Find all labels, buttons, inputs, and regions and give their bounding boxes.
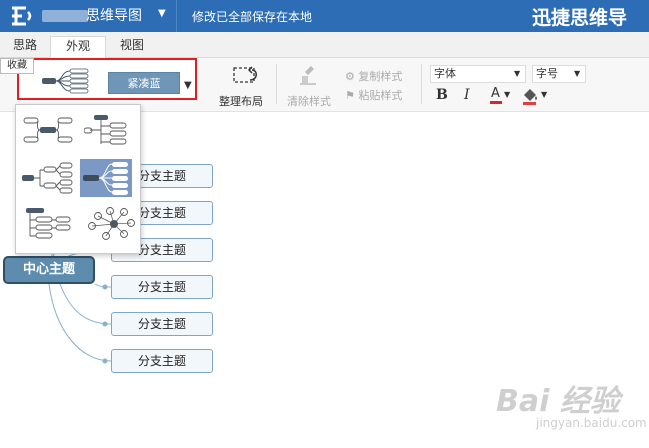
structure-1-icon[interactable] [22,112,74,148]
structure-4-icon[interactable] [80,159,132,197]
branch-topic[interactable]: 分支主题 [111,349,213,373]
structure-3-icon[interactable] [22,160,74,196]
watermark-logo: Bai 经验 [496,384,620,419]
branch-topic[interactable]: 分支主题 [111,312,213,336]
structure-2-icon[interactable] [83,112,136,148]
center-topic[interactable]: 中心主题 [3,256,95,284]
branch-topic[interactable]: 分支主题 [111,275,213,299]
structure-5-icon[interactable] [22,206,74,242]
structure-6-icon[interactable] [84,206,136,242]
watermark-url: jingyan.baidu.com [536,416,647,430]
